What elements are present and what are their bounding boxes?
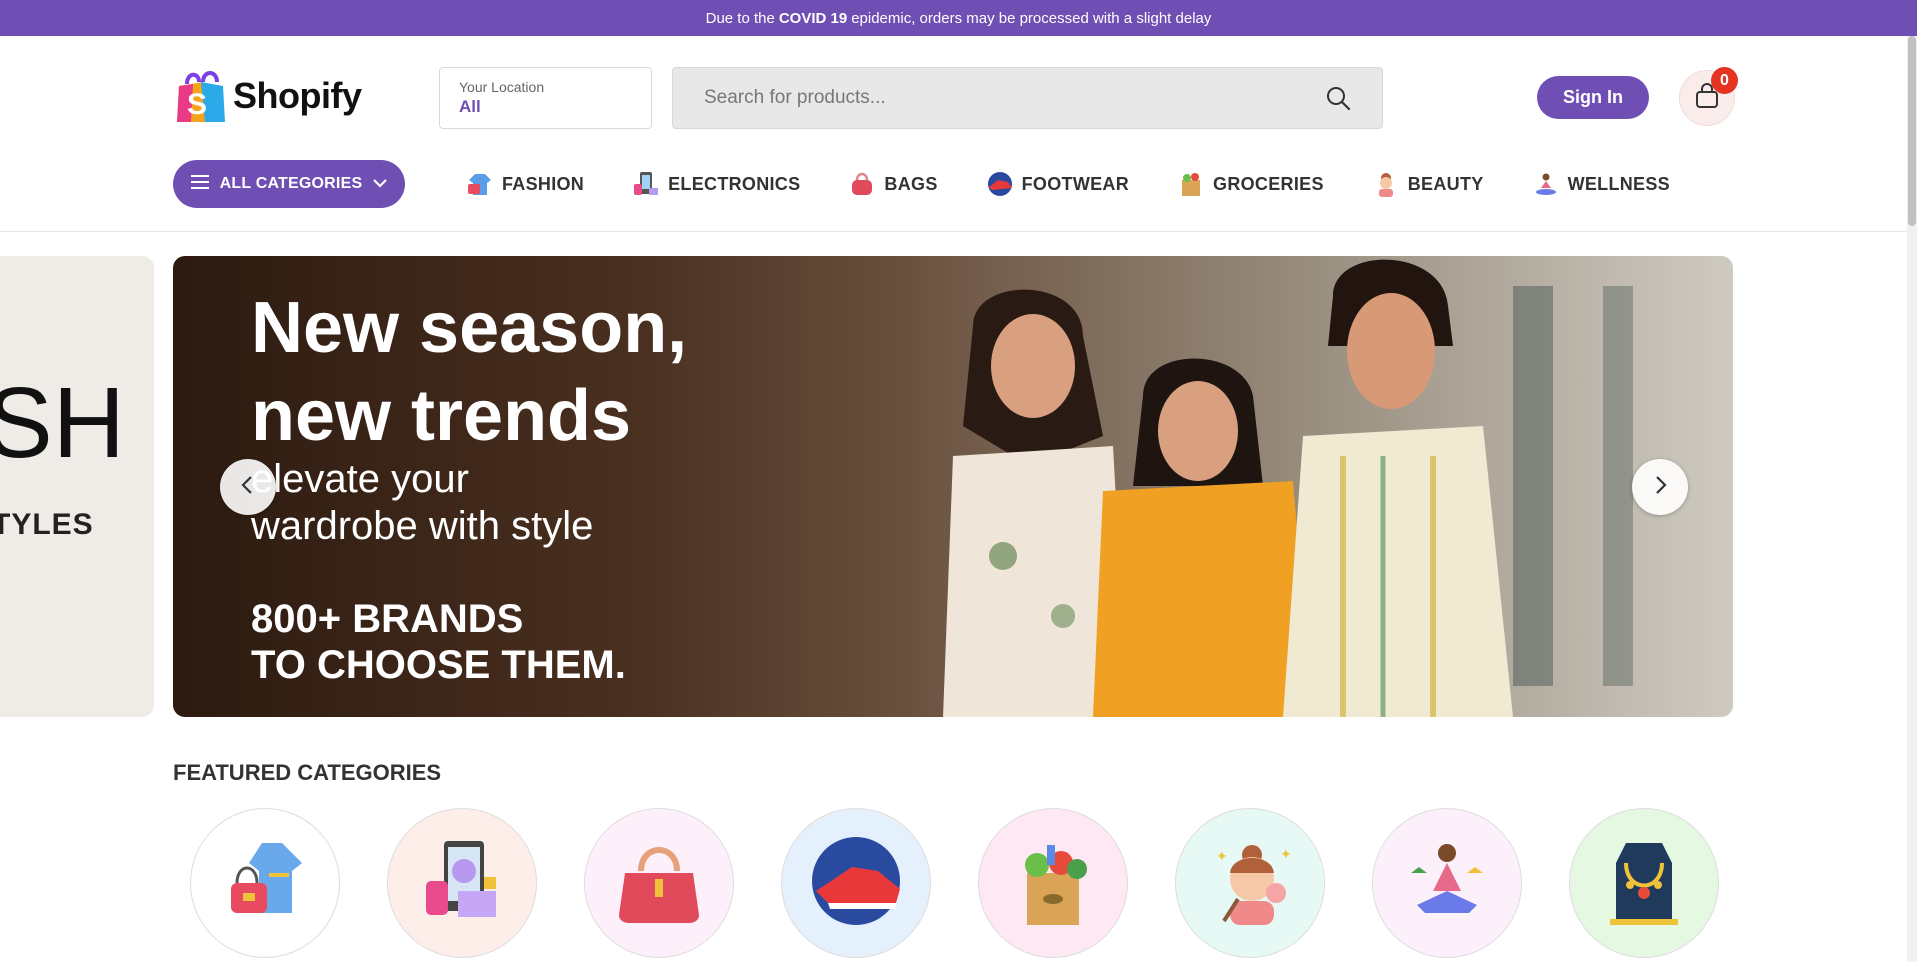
featured-category-footwear[interactable] <box>781 808 931 958</box>
hero-banner[interactable]: New season, new trends elevate your ward… <box>173 256 1733 717</box>
slider-prev-button[interactable] <box>220 459 276 515</box>
previous-slide-big-text: SH <box>0 367 125 479</box>
banner-sub-line-1: elevate your <box>251 457 469 501</box>
slider-next-button[interactable] <box>1632 459 1688 515</box>
banner-cta-line-2: TO CHOOSE THEM. <box>251 643 626 687</box>
chevron-left-icon <box>238 475 258 500</box>
footwear-icon <box>986 170 1014 198</box>
announcement-suffix: epidemic, orders may be processed with a… <box>851 9 1212 27</box>
location-label: Your Location <box>459 79 545 95</box>
featured-category-bags[interactable] <box>584 808 734 958</box>
banner-cta-text: 800+ BRANDS TO CHOOSE THEM. <box>251 596 626 688</box>
featured-category-electronics[interactable] <box>387 808 537 958</box>
search-bar <box>672 67 1383 129</box>
nav-label-beauty: BEAUTY <box>1407 173 1484 194</box>
hero-slider: SH TYLES New season, new trends elevate … <box>0 256 1917 717</box>
banner-headline: New season, new trends <box>251 284 687 460</box>
fashion-icon <box>217 833 313 934</box>
location-value: All <box>459 97 481 116</box>
announcement-highlight: COVID 19 <box>778 9 848 27</box>
featured-category-groceries[interactable] <box>978 808 1128 958</box>
wellness-icon <box>1399 833 1495 934</box>
cart-count-badge: 0 <box>1711 67 1738 94</box>
banner-headline-line-2: new trends <box>251 376 632 456</box>
all-categories-label: ALL CATEGORIES <box>219 175 363 192</box>
announcement-prefix: Due to the <box>705 9 775 27</box>
nav-item-bags[interactable]: BAGS <box>848 170 937 198</box>
bags-icon <box>611 833 707 934</box>
banner-subheadline: elevate your wardrobe with style <box>251 456 593 550</box>
bags-icon <box>848 170 876 198</box>
electronics-icon <box>414 833 510 934</box>
nav-item-beauty[interactable]: BEAUTY <box>1372 170 1484 198</box>
nav-item-electronics[interactable]: ELECTRONICS <box>632 170 800 198</box>
featured-categories-title: FEATURED CATEGORIES <box>173 760 442 785</box>
scrollbar-thumb[interactable] <box>1908 36 1916 226</box>
nav-item-fashion[interactable]: FASHION <box>466 170 584 198</box>
banner-sub-line-2: wardrobe with style <box>251 504 594 548</box>
nav-item-groceries[interactable]: GROCERIES <box>1177 170 1324 198</box>
chevron-down-icon <box>372 175 388 193</box>
beauty-icon <box>1372 170 1400 198</box>
nav-item-footwear[interactable]: FOOTWEAR <box>986 170 1129 198</box>
previous-slide-preview[interactable]: SH TYLES <box>0 256 154 717</box>
nav-label-footwear: FOOTWEAR <box>1021 173 1130 194</box>
nav-label-wellness: WELLNESS <box>1567 173 1670 194</box>
logo[interactable]: S Shopify <box>173 68 362 124</box>
nav-label-fashion: FASHION <box>502 173 585 194</box>
svg-text:✦: ✦ <box>1216 849 1228 865</box>
nav-label-electronics: ELECTRONICS <box>668 173 801 194</box>
banner-cta-line-1: 800+ BRANDS <box>251 597 524 641</box>
featured-category-jewellery[interactable] <box>1569 808 1719 958</box>
wellness-icon <box>1532 170 1560 198</box>
cart-button[interactable]: 0 <box>1679 67 1738 126</box>
logo-text: Shopify <box>233 75 362 116</box>
menu-icon <box>190 174 210 195</box>
site-header: S Shopify Your Location All Sign In 0 AL… <box>0 36 1917 232</box>
groceries-icon <box>1005 833 1101 934</box>
previous-slide-small-text: TYLES <box>0 508 94 541</box>
all-categories-button[interactable]: ALL CATEGORIES <box>173 160 405 208</box>
featured-category-fashion[interactable] <box>190 808 340 958</box>
beauty-icon: ✦ ✦ <box>1202 833 1298 934</box>
banner-photo <box>913 256 1733 717</box>
chevron-right-icon <box>1650 475 1670 500</box>
svg-text:✦: ✦ <box>1280 847 1292 863</box>
jewellery-icon <box>1596 833 1692 934</box>
featured-category-beauty[interactable]: ✦ ✦ <box>1175 808 1325 958</box>
signin-button[interactable]: Sign In <box>1537 76 1649 119</box>
fashion-icon <box>466 170 494 198</box>
banner-headline-line-1: New season, <box>251 288 688 368</box>
search-input[interactable] <box>704 87 1325 109</box>
search-icon[interactable] <box>1325 85 1351 111</box>
nav-label-bags: BAGS <box>884 173 938 194</box>
page-scrollbar[interactable] <box>1907 36 1917 962</box>
announcement-bar: Due to the COVID 19 epidemic, orders may… <box>0 0 1917 36</box>
electronics-icon <box>632 170 660 198</box>
location-selector[interactable]: Your Location All <box>439 67 652 129</box>
groceries-icon <box>1177 170 1205 198</box>
footwear-icon <box>808 833 904 934</box>
nav-label-groceries: GROCERIES <box>1213 173 1324 194</box>
featured-category-wellness[interactable] <box>1372 808 1522 958</box>
category-nav: FASHION ELECTRONICS BAGS FOOTWEAR GROCER… <box>466 162 1718 206</box>
logo-bag-icon: S <box>173 68 229 124</box>
nav-item-wellness[interactable]: WELLNESS <box>1532 170 1670 198</box>
featured-categories-list: ✦ ✦ <box>190 808 1719 958</box>
svg-text:S: S <box>187 88 207 121</box>
